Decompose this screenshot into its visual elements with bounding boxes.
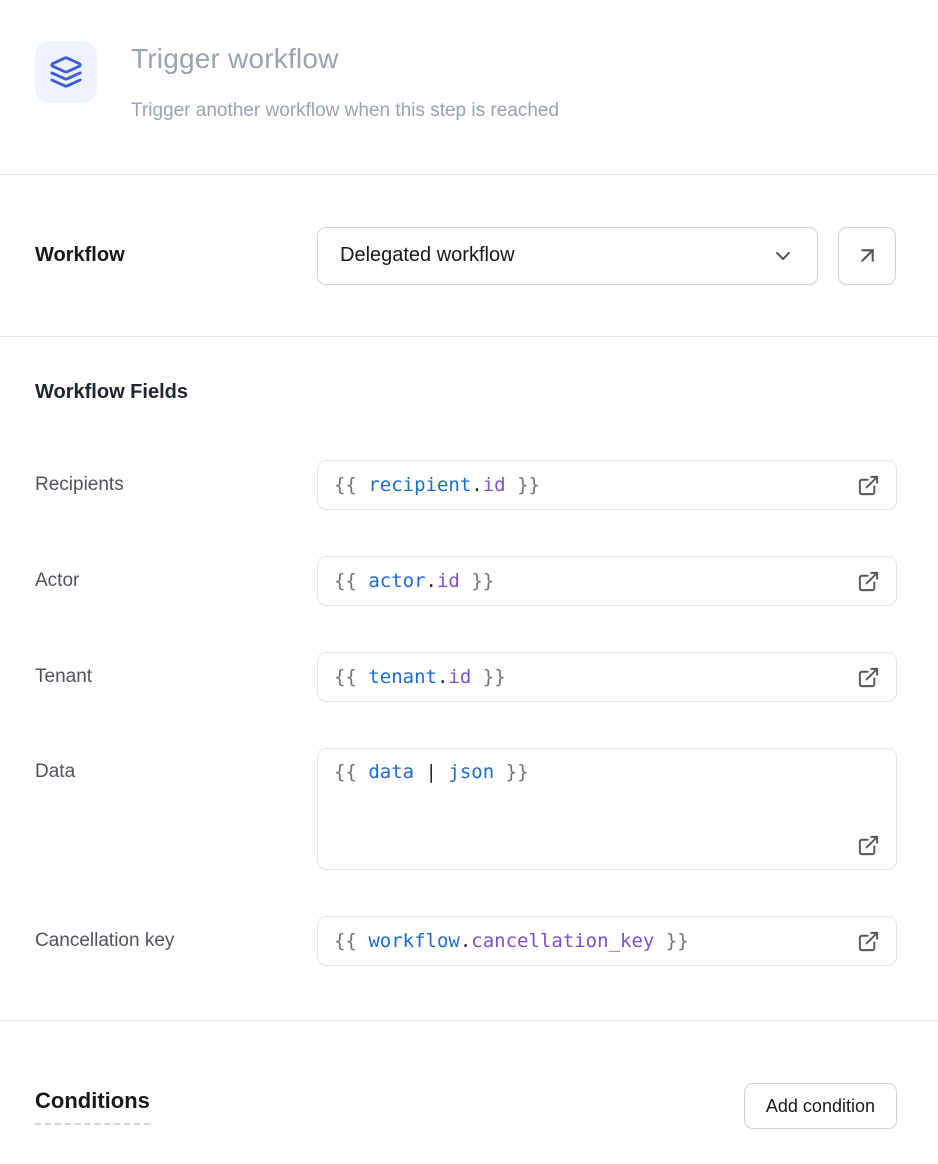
liquid-template-value: {{ tenant.id }} [334,666,506,688]
workflow-fields-heading: Workflow Fields [35,381,897,404]
liquid-template-value: {{ workflow.cancellation_key }} [334,930,689,952]
liquid-template-input[interactable]: {{ actor.id }} [317,556,897,606]
chevron-down-icon [771,244,795,268]
liquid-template-input[interactable]: {{ data | json }} [317,748,897,870]
panel-header: Trigger workflow Trigger another workflo… [0,0,938,175]
liquid-template-input[interactable]: {{ workflow.cancellation_key }} [317,916,897,966]
workflow-fields-section: Workflow Fields Recipients {{ recipient.… [0,337,938,1021]
open-workflow-button[interactable] [838,227,896,285]
field-label: Cancellation key [35,930,317,952]
field-label: Data [35,748,317,783]
field-row: Data {{ data | json }} [35,748,897,870]
field-label: Tenant [35,666,317,688]
conditions-section: Conditions Add condition [0,1021,938,1129]
step-icon-box [35,41,97,103]
step-name-title[interactable]: Trigger workflow [131,42,559,76]
workflow-select-row: Workflow Delegated workflow [0,175,938,337]
add-condition-button[interactable]: Add condition [744,1083,897,1129]
liquid-template-input[interactable]: {{ recipient.id }} [317,460,897,510]
liquid-template-value: {{ recipient.id }} [334,474,540,496]
arrow-up-right-icon [855,243,880,268]
field-row: Cancellation key {{ workflow.cancellatio… [35,916,897,966]
workflow-select-value: Delegated workflow [340,244,515,267]
field-row: Recipients {{ recipient.id }} [35,460,897,510]
workflow-label: Workflow [35,244,125,266]
layers-icon [49,55,83,89]
liquid-template-input[interactable]: {{ tenant.id }} [317,652,897,702]
liquid-template-value: {{ actor.id }} [334,570,494,592]
liquid-template-value: {{ data | json }} [334,761,880,783]
external-link-icon[interactable] [857,930,880,953]
workflow-fields-list: Recipients {{ recipient.id }} Actor {{ a… [35,460,897,966]
external-link-icon[interactable] [857,474,880,497]
external-link-icon[interactable] [857,570,880,593]
external-link-icon[interactable] [857,666,880,689]
workflow-select[interactable]: Delegated workflow [317,227,818,285]
trigger-workflow-panel: Trigger workflow Trigger another workflo… [0,0,938,1164]
external-link-icon[interactable] [857,834,880,857]
field-row: Tenant {{ tenant.id }} [35,652,897,702]
conditions-heading: Conditions [35,1088,150,1125]
field-label: Recipients [35,474,317,496]
step-description: Trigger another workflow when this step … [131,99,559,123]
field-row: Actor {{ actor.id }} [35,556,897,606]
field-label: Actor [35,570,317,592]
